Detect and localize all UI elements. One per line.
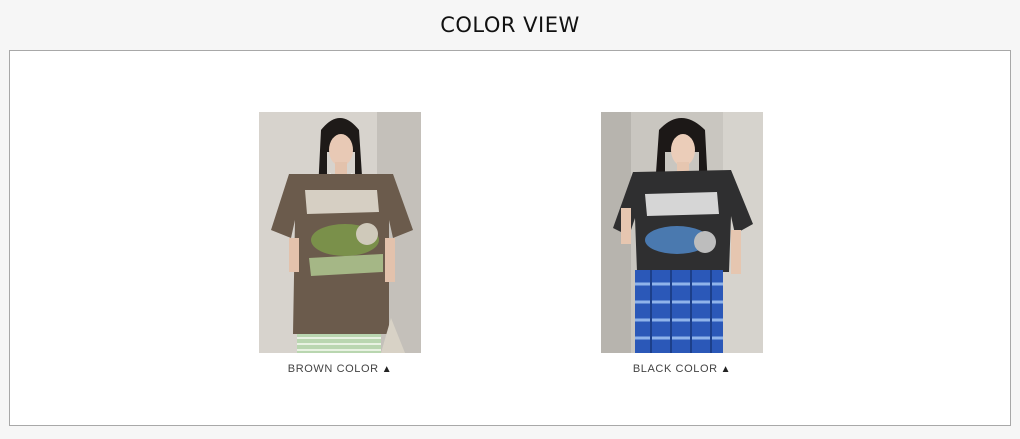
color-view-frame: BROWN COLOR ▲ BLACK COLOR ▲ xyxy=(9,50,1011,426)
product-photo-brown[interactable] xyxy=(259,112,421,353)
color-name: BLACK COLOR xyxy=(632,363,718,375)
up-triangle-icon: ▲ xyxy=(381,364,393,375)
color-label-brown[interactable]: BROWN COLOR ▲ xyxy=(259,363,421,375)
color-view-section: COLOR VIEW BROWN COLOR ▲ BLACK COLOR ▲ xyxy=(0,0,1020,439)
color-label-black[interactable]: BLACK COLOR ▲ xyxy=(601,363,763,375)
color-option-brown[interactable]: BROWN COLOR ▲ xyxy=(259,112,421,375)
color-name: BROWN COLOR xyxy=(287,363,379,375)
section-title: COLOR VIEW xyxy=(440,13,580,37)
up-triangle-icon: ▲ xyxy=(720,364,732,375)
product-photo-black[interactable] xyxy=(601,112,763,353)
color-option-black[interactable]: BLACK COLOR ▲ xyxy=(601,112,763,375)
